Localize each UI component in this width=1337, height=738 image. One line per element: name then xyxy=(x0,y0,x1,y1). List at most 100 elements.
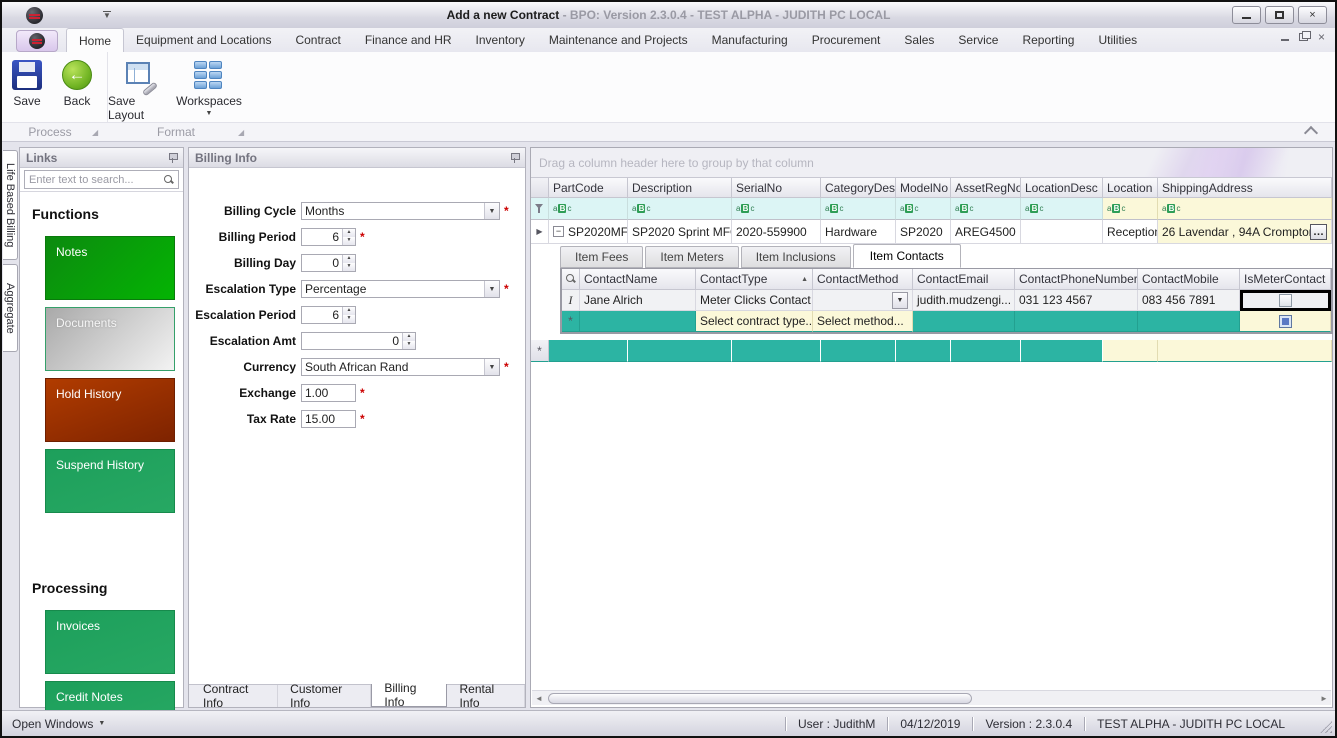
links-search-box[interactable] xyxy=(24,170,179,189)
escalation-type-combo[interactable]: Percentage ▼ xyxy=(301,280,500,298)
cell-assetregno[interactable]: AREG4500 xyxy=(951,220,1021,244)
group-dialog-launcher-icon[interactable]: ◢ xyxy=(92,128,98,137)
notes-button[interactable]: Notes xyxy=(45,236,175,300)
tab-contract-info[interactable]: Contract Info xyxy=(191,685,278,707)
tab-item-contacts[interactable]: Item Contacts xyxy=(853,244,961,268)
spin-up-icon[interactable]: ▲ xyxy=(343,255,355,263)
spin-down-icon[interactable]: ▼ xyxy=(343,263,355,271)
application-menu-button[interactable] xyxy=(16,30,58,52)
chevron-down-icon[interactable]: ▼ xyxy=(484,203,499,219)
chevron-down-icon[interactable]: ▼ xyxy=(484,281,499,297)
cell-contactphonenumber[interactable]: 031 123 4567 xyxy=(1015,290,1138,311)
close-button[interactable]: × xyxy=(1298,6,1327,24)
ribbon-tab-inventory[interactable]: Inventory xyxy=(464,28,537,52)
documents-button[interactable]: Documents xyxy=(45,307,175,371)
new-cell-categorydesc[interactable] xyxy=(821,340,896,362)
column-header-location[interactable]: Location xyxy=(1103,178,1158,198)
ribbon-tab-service[interactable]: Service xyxy=(946,28,1010,52)
cell-contactname[interactable]: Jane Alrich xyxy=(580,290,696,311)
spin-down-icon[interactable]: ▼ xyxy=(343,237,355,245)
ribbon-tab-contract[interactable]: Contract xyxy=(283,28,352,52)
workspaces-button[interactable]: Workspaces ▼ xyxy=(174,57,244,122)
side-tab-aggregate[interactable]: Aggregate xyxy=(3,264,18,352)
tab-billing-info[interactable]: Billing Info xyxy=(371,684,447,707)
cell-contactmethod[interactable]: ▼ xyxy=(813,290,913,311)
search-icon[interactable] xyxy=(566,274,576,284)
cell-contactemail[interactable]: judith.mudzengi... xyxy=(913,290,1015,311)
column-header-partcode[interactable]: PartCode xyxy=(549,178,628,198)
filter-cell-shippingaddress[interactable]: aBc xyxy=(1158,198,1332,220)
cell-serialno[interactable]: 2020-559900 xyxy=(732,220,821,244)
spin-up-icon[interactable]: ▲ xyxy=(343,229,355,237)
chevron-down-icon[interactable]: ▼ xyxy=(892,292,908,309)
billing-cycle-combo[interactable]: Months ▼ xyxy=(301,202,500,220)
filter-cell-description[interactable]: aBc xyxy=(628,198,732,220)
column-header-contactphonenumber[interactable]: ContactPhoneNumber xyxy=(1015,269,1138,290)
spin-up-icon[interactable]: ▲ xyxy=(343,307,355,315)
cell-contacttype[interactable]: Meter Clicks Contact xyxy=(696,290,813,311)
scroll-left-icon[interactable]: ◄ xyxy=(532,694,546,703)
tab-item-fees[interactable]: Item Fees xyxy=(560,246,643,268)
spin-down-icon[interactable]: ▼ xyxy=(343,315,355,323)
spin-down-icon[interactable]: ▼ xyxy=(403,341,415,349)
ribbon-tab-procurement[interactable]: Procurement xyxy=(800,28,893,52)
filter-cell-assetregno[interactable]: aBc xyxy=(951,198,1021,220)
mdi-minimize-icon[interactable] xyxy=(1281,34,1289,41)
save-layout-button[interactable]: Save Layout xyxy=(108,57,174,122)
collapse-detail-icon[interactable]: − xyxy=(553,226,564,237)
new-cell-location[interactable] xyxy=(1103,340,1158,362)
search-input[interactable] xyxy=(29,174,164,186)
column-header-shippingaddress[interactable]: ShippingAddress xyxy=(1158,178,1332,198)
exchange-field[interactable]: 1.00 xyxy=(301,384,356,402)
new-cell-shippingaddress[interactable] xyxy=(1158,340,1332,362)
cell-contactmobile[interactable]: 083 456 7891 xyxy=(1138,290,1240,311)
pin-icon[interactable] xyxy=(510,152,519,163)
column-header-contactemail[interactable]: ContactEmail xyxy=(913,269,1015,290)
new-cell-serialno[interactable] xyxy=(732,340,821,362)
tax-rate-field[interactable]: 15.00 xyxy=(301,410,356,428)
spin-up-icon[interactable]: ▲ xyxy=(403,333,415,341)
tab-customer-info[interactable]: Customer Info xyxy=(278,685,371,707)
escalation-amt-spinner[interactable]: 0 ▲▼ xyxy=(301,332,416,350)
column-header-ismetercontact[interactable]: IsMeterContact xyxy=(1240,269,1331,290)
new-cell-partcode[interactable] xyxy=(549,340,628,362)
tab-item-inclusions[interactable]: Item Inclusions xyxy=(741,246,851,268)
horizontal-scrollbar[interactable]: ◄ ► xyxy=(532,690,1331,705)
cell-locationdesc[interactable] xyxy=(1021,220,1103,244)
column-header-contacttype[interactable]: ContactType▲ xyxy=(696,269,813,290)
column-header-assetregno[interactable]: AssetRegNo xyxy=(951,178,1021,198)
mdi-restore-icon[interactable] xyxy=(1299,33,1308,41)
ribbon-tab-equipment-and-locations[interactable]: Equipment and Locations xyxy=(124,28,283,52)
column-header-contactname[interactable]: ContactName xyxy=(580,269,696,290)
new-cell-contactphonenumber[interactable] xyxy=(1015,311,1138,332)
invoices-button[interactable]: Invoices xyxy=(45,610,175,674)
ribbon-tab-manufacturing[interactable]: Manufacturing xyxy=(700,28,800,52)
save-button[interactable]: Save xyxy=(2,57,52,122)
cell-location[interactable]: Reception xyxy=(1103,220,1158,244)
filter-cell-partcode[interactable]: aBc xyxy=(549,198,628,220)
ribbon-tab-finance-and-hr[interactable]: Finance and HR xyxy=(353,28,464,52)
hold-history-button[interactable]: Hold History xyxy=(45,378,175,442)
filter-cell-categorydesc[interactable]: aBc xyxy=(821,198,896,220)
open-windows-button[interactable]: Open Windows ▼ xyxy=(12,717,105,731)
filter-cell-serialno[interactable]: aBc xyxy=(732,198,821,220)
new-cell-ismetercontact[interactable] xyxy=(1240,311,1331,332)
new-cell-contacttype[interactable]: Select contract type... xyxy=(696,311,813,332)
quick-access-dropdown-icon[interactable]: ▼ xyxy=(103,11,111,19)
new-cell-description[interactable] xyxy=(628,340,732,362)
cell-partcode[interactable]: −SP2020MFC xyxy=(549,220,628,244)
column-header-contactmethod[interactable]: ContactMethod xyxy=(813,269,913,290)
new-cell-assetregno[interactable] xyxy=(951,340,1021,362)
cell-ismetercontact[interactable] xyxy=(1240,290,1331,311)
ribbon-tab-maintenance-and-projects[interactable]: Maintenance and Projects xyxy=(537,28,700,52)
escalation-period-spinner[interactable]: 6 ▲▼ xyxy=(301,306,356,324)
search-icon[interactable] xyxy=(164,175,174,185)
billing-period-spinner[interactable]: 6 ▲▼ xyxy=(301,228,356,246)
new-cell-contactmobile[interactable] xyxy=(1138,311,1240,332)
tab-rental-info[interactable]: Rental Info xyxy=(447,685,525,707)
new-cell-contactmethod[interactable]: Select method... xyxy=(813,311,913,332)
new-cell-modelno[interactable] xyxy=(896,340,951,362)
new-cell-locationdesc[interactable] xyxy=(1021,340,1103,362)
cell-description[interactable]: SP2020 Sprint MFC xyxy=(628,220,732,244)
cell-categorydesc[interactable]: Hardware xyxy=(821,220,896,244)
